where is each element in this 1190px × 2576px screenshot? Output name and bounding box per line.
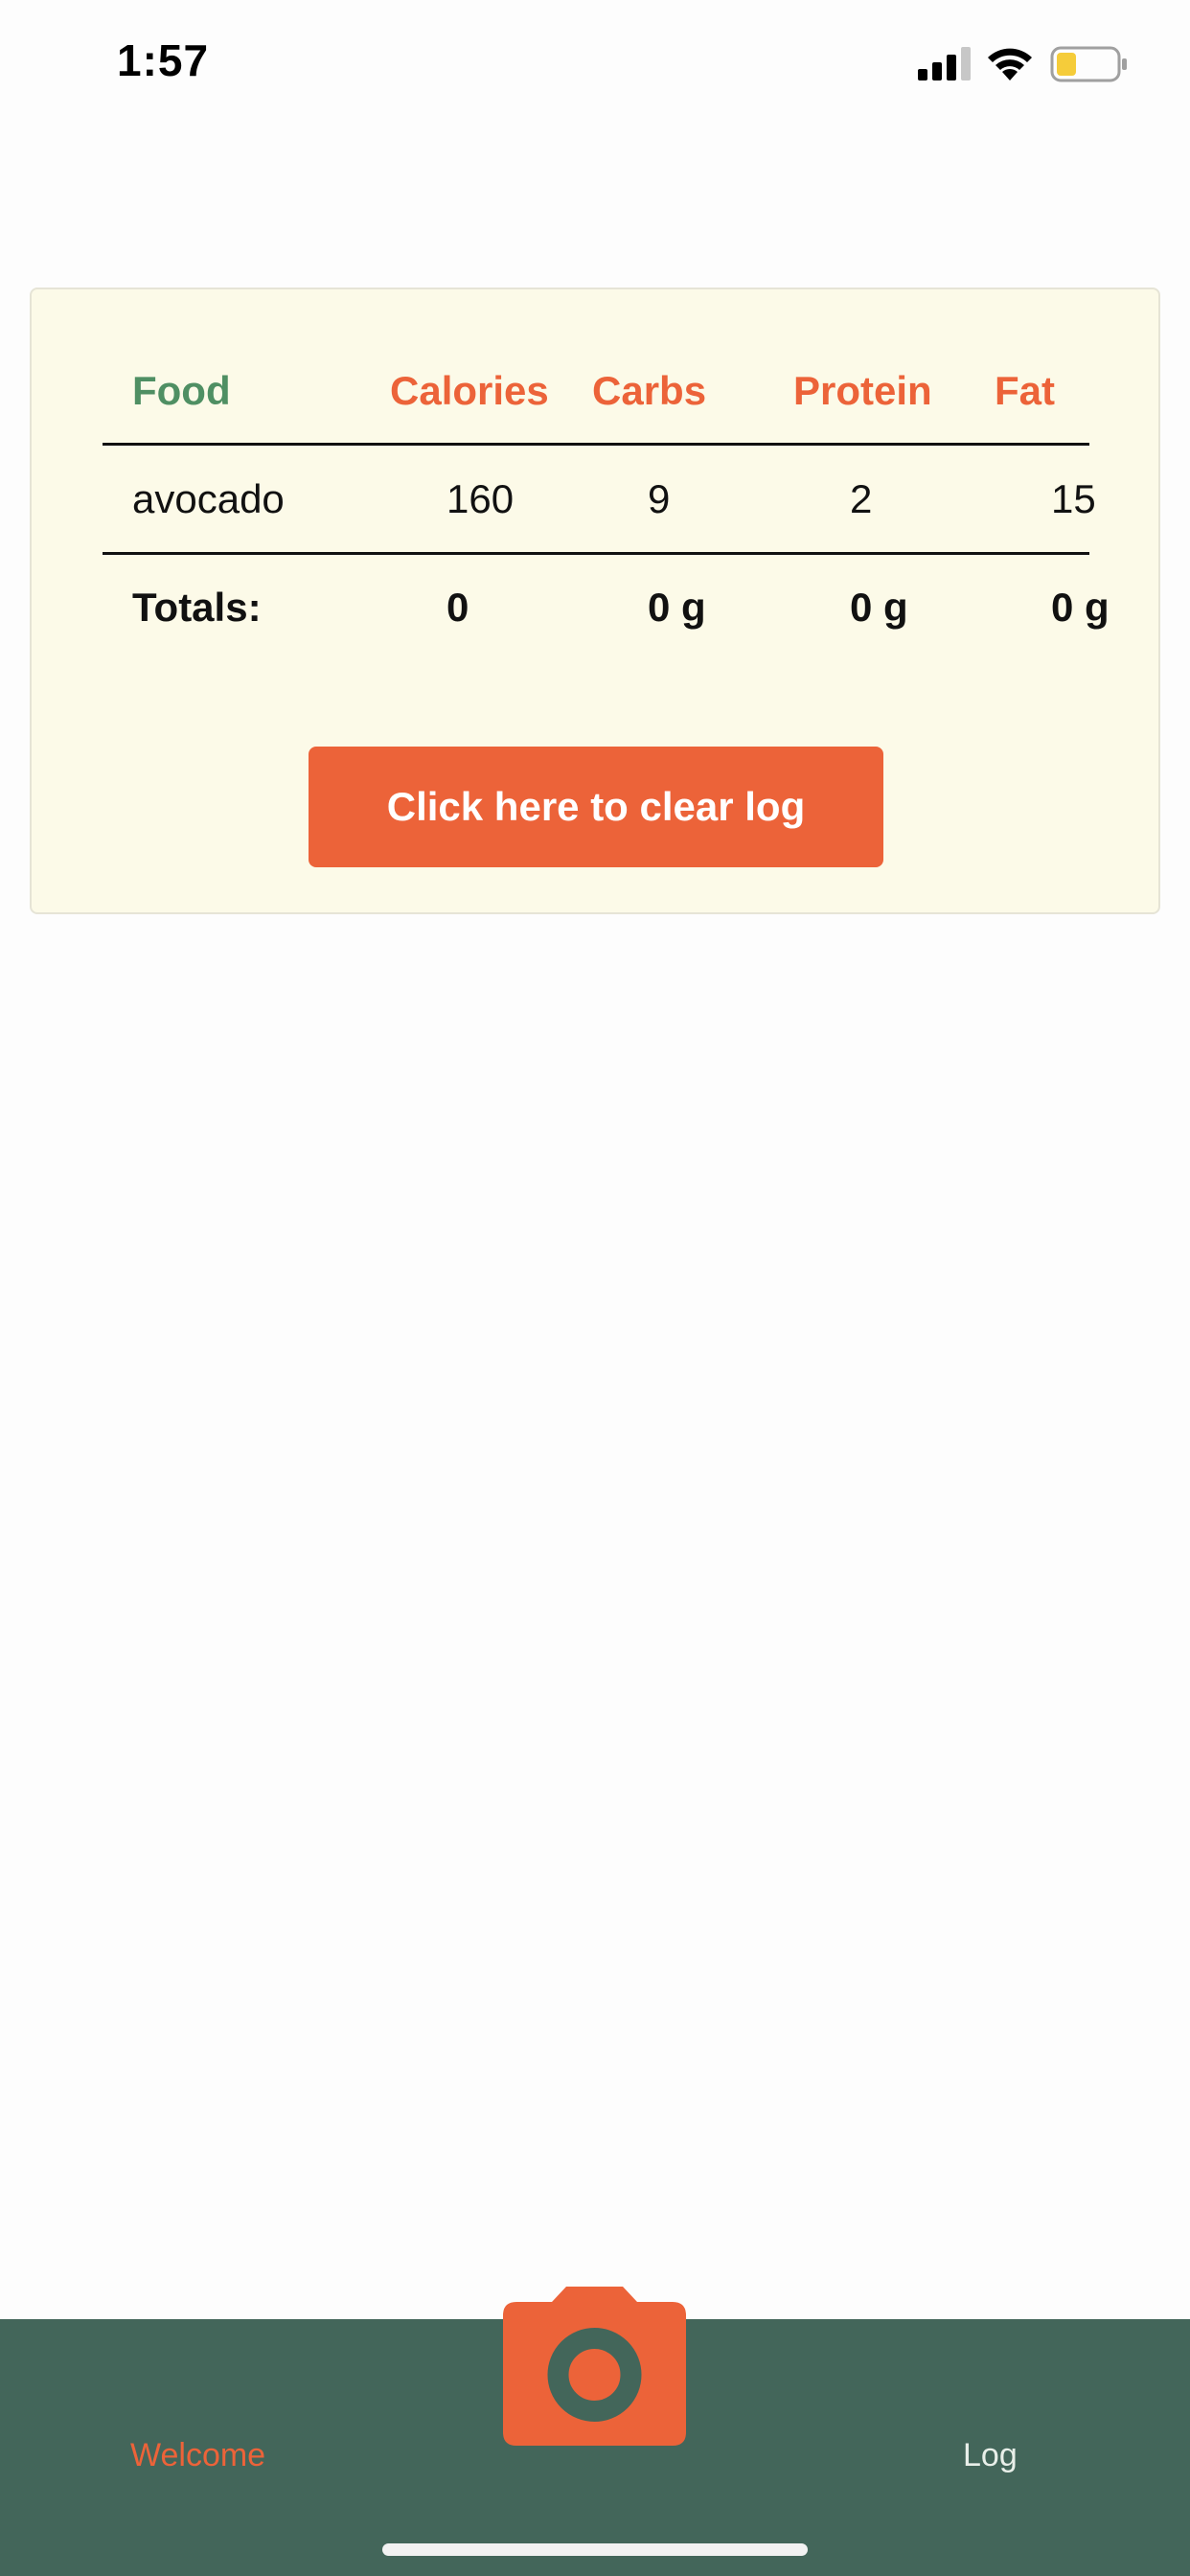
totals-calories: 0 bbox=[446, 585, 469, 630]
status-bar: 1:57 bbox=[0, 0, 1190, 134]
clear-log-button[interactable]: Click here to clear log bbox=[309, 747, 883, 867]
camera-icon[interactable] bbox=[503, 2287, 686, 2446]
totals-divider bbox=[103, 552, 1089, 555]
cellular-signal-icon bbox=[918, 47, 971, 80]
tab-bar: Welcome Log bbox=[0, 2287, 1190, 2576]
totals-carbs: 0 g bbox=[648, 585, 706, 630]
header-calories: Calories bbox=[390, 368, 549, 413]
status-time: 1:57 bbox=[117, 35, 210, 85]
home-indicator bbox=[382, 2543, 808, 2556]
battery-icon bbox=[1050, 46, 1127, 82]
row-fat: 15 bbox=[1051, 476, 1096, 521]
tab-welcome[interactable]: Welcome bbox=[130, 2437, 265, 2474]
wifi-icon bbox=[988, 48, 1032, 80]
food-log-card: Food Calories Carbs Protein Fat avocado … bbox=[30, 288, 1160, 914]
totals-protein: 0 g bbox=[850, 585, 908, 630]
row-calories: 160 bbox=[446, 476, 515, 521]
header-food: Food bbox=[132, 368, 231, 413]
header-carbs: Carbs bbox=[592, 368, 707, 413]
totals-label: Totals: bbox=[132, 585, 262, 630]
row-protein: 2 bbox=[850, 476, 873, 521]
row-food: avocado bbox=[132, 476, 285, 521]
totals-fat: 0 g bbox=[1051, 585, 1110, 630]
row-carbs: 9 bbox=[648, 476, 671, 521]
header-divider bbox=[103, 443, 1089, 446]
header-fat: Fat bbox=[995, 368, 1055, 413]
header-protein: Protein bbox=[793, 368, 932, 413]
tab-log[interactable]: Log bbox=[963, 2437, 1018, 2474]
